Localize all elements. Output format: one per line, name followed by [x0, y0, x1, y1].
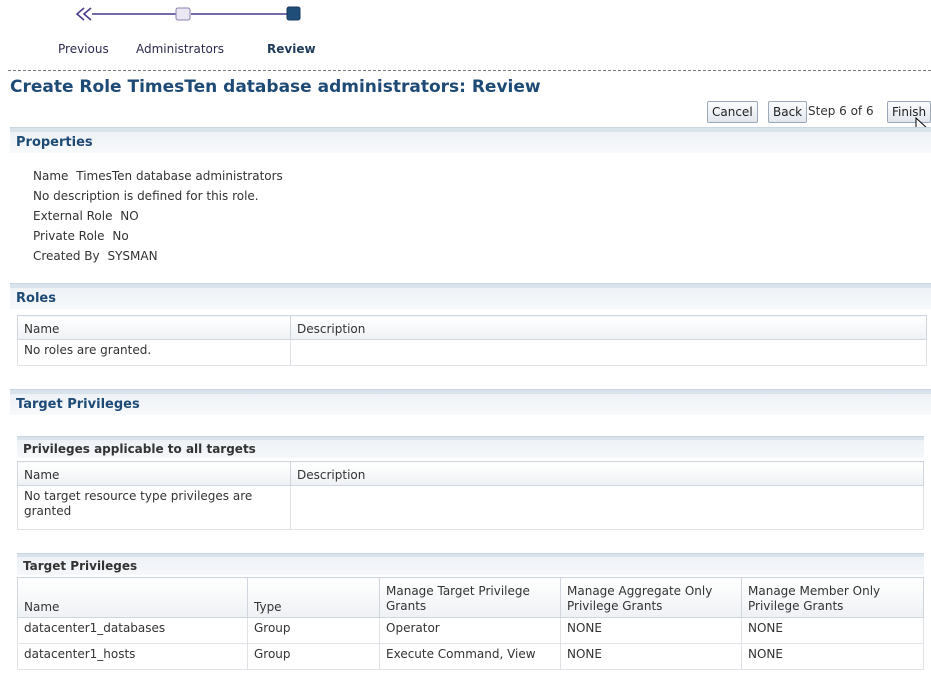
table-cell-type: Group [247, 617, 380, 644]
all-targets-table: Name Description No target resource type… [17, 461, 924, 530]
column-header-type: Type [247, 577, 380, 618]
train-step-administrators[interactable]: Administrators [136, 42, 224, 56]
table-cell-type: Group [247, 643, 380, 670]
column-header-manage-member-only-grants: Manage Member Only Privilege Grants [741, 577, 924, 618]
roles-section-header: Roles [10, 283, 931, 309]
table-row: datacenter1_databases Group Operator NON… [17, 617, 924, 644]
table-cell-member-grants: NONE [741, 617, 924, 644]
properties-section-header: Properties [10, 127, 931, 153]
back-button[interactable]: Back [768, 101, 808, 123]
target-privileges-section-title: Target Privileges [16, 397, 140, 412]
property-external-role-value: NO [120, 209, 139, 223]
property-private-role-value: No [112, 229, 129, 243]
table-header-row: Name Description [17, 461, 924, 486]
table-cell-target-grants: Execute Command, View [379, 643, 561, 670]
table-header-row: Name Description [17, 315, 927, 340]
property-external-role-label: External Role [33, 209, 113, 223]
property-private-role: Private Role No [33, 229, 129, 243]
column-header-description: Description [290, 461, 924, 486]
table-row: No roles are granted. [17, 339, 927, 366]
column-header-name: Name [17, 577, 248, 618]
property-created-by-label: Created By [33, 249, 100, 263]
table-cell-target-grants: Operator [379, 617, 561, 644]
table-cell-name: datacenter1_databases [17, 617, 248, 644]
train-stop-visited-icon[interactable] [175, 7, 191, 21]
table-cell-member-grants: NONE [741, 643, 924, 670]
roles-section-title: Roles [16, 291, 56, 306]
column-header-manage-aggregate-only-grants: Manage Aggregate Only Privilege Grants [560, 577, 742, 618]
train-step-review: Review [267, 42, 316, 56]
wizard-train: Previous Administrators Review [0, 0, 931, 64]
properties-section-title: Properties [16, 135, 93, 150]
table-row: datacenter1_hosts Group Execute Command,… [17, 643, 924, 670]
train-graphic [75, 6, 301, 21]
table-cell [290, 485, 924, 530]
title-separator [8, 70, 931, 71]
all-targets-empty-text: No target resource type privileges are g… [17, 485, 291, 530]
column-header-name: Name [17, 315, 291, 340]
property-description-text: No description is defined for this role. [33, 189, 259, 203]
property-external-role: External Role NO [33, 209, 139, 223]
column-header-manage-target-privilege-grants: Manage Target Privilege Grants [379, 577, 561, 618]
property-name: Name TimesTen database administrators [33, 169, 283, 183]
property-created-by: Created By SYSMAN [33, 249, 158, 263]
column-header-name: Name [17, 461, 291, 486]
property-private-role-label: Private Role [33, 229, 105, 243]
target-privileges-section-header: Target Privileges [10, 389, 931, 415]
cancel-button[interactable]: Cancel [707, 101, 758, 123]
table-cell-aggregate-grants: NONE [560, 617, 742, 644]
all-targets-subheader: Privileges applicable to all targets [17, 436, 924, 458]
target-privileges-table: Name Type Manage Target Privilege Grants… [17, 577, 924, 670]
roles-table: Name Description No roles are granted. [17, 315, 927, 366]
table-row: No target resource type privileges are g… [17, 485, 924, 530]
page-title: Create Role TimesTen database administra… [10, 77, 541, 97]
double-left-arrow-icon[interactable] [75, 7, 92, 21]
property-description: No description is defined for this role. [33, 189, 259, 203]
train-previous-link[interactable]: Previous [58, 42, 109, 56]
train-stop-current-icon [286, 6, 301, 21]
roles-empty-text: No roles are granted. [17, 339, 291, 366]
property-created-by-value: SYSMAN [107, 249, 158, 263]
property-name-label: Name [33, 169, 69, 183]
table-cell-name: datacenter1_hosts [17, 643, 248, 670]
target-privileges-table-title: Target Privileges [23, 559, 138, 573]
table-cell-aggregate-grants: NONE [560, 643, 742, 670]
target-privileges-subheader: Target Privileges [17, 553, 924, 575]
property-name-value: TimesTen database administrators [76, 169, 283, 183]
table-header-row: Name Type Manage Target Privilege Grants… [17, 577, 924, 618]
table-cell [290, 339, 927, 366]
all-targets-title: Privileges applicable to all targets [23, 442, 256, 456]
column-header-description: Description [290, 315, 927, 340]
step-indicator: Step 6 of 6 [808, 104, 874, 118]
